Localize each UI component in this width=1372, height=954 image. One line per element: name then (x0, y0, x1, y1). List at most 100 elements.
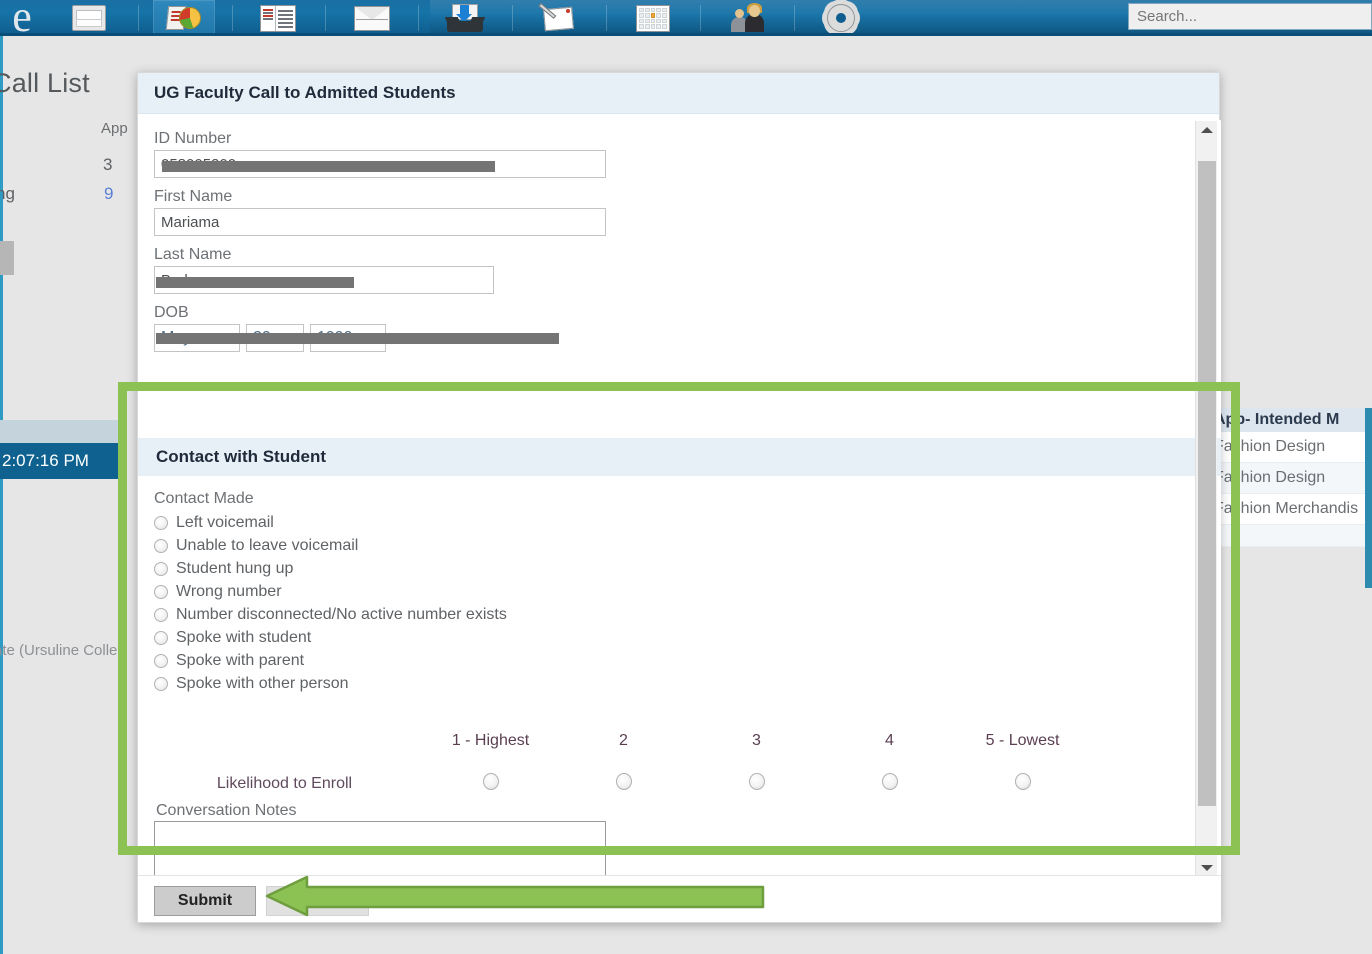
background-gray-chip (0, 241, 14, 275)
application-toolbar: e (0, 0, 1372, 36)
contact-made-label: Contact Made (154, 490, 254, 507)
radio-button-icon[interactable] (881, 773, 898, 790)
dialog-title: UG Faculty Call to Admitted Students (138, 73, 1219, 114)
matrix-cell-likelihood-3[interactable] (690, 772, 823, 796)
radio-option-spoke-with-parent[interactable]: Spoke with parent (154, 649, 1205, 672)
toolbar-button-calendar[interactable] (622, 0, 684, 36)
radio-option-left-voicemail[interactable]: Left voicemail (154, 511, 1205, 534)
radio-label: Unable to leave voicemail (176, 536, 359, 554)
radio-label: Wrong number (176, 582, 282, 600)
toolbar-button-page[interactable] (58, 0, 120, 36)
page-icon (72, 5, 106, 31)
field-label-last-name: Last Name (154, 246, 232, 263)
document-list-icon (260, 4, 296, 32)
background-right-accent-bar (1365, 408, 1372, 588)
matrix-row-label: Likelihood to Enroll (216, 775, 353, 792)
matrix-cell-likelihood-5[interactable] (956, 772, 1089, 796)
redaction-bar (156, 333, 559, 344)
radio-button-icon[interactable] (154, 630, 168, 645)
toolbar-divider (325, 5, 326, 31)
first-name-input[interactable] (154, 208, 606, 236)
radio-button-icon[interactable] (154, 515, 168, 530)
matrix-header-3: 3 (752, 732, 761, 749)
field-last-name: Last Name (138, 246, 1221, 294)
submit-button[interactable]: Submit (154, 886, 256, 916)
browser-logo-icon: e (12, 0, 32, 36)
mail-envelope-icon (354, 5, 390, 31)
toolbar-button-inbox[interactable] (434, 0, 496, 36)
column-header-app: App (101, 120, 128, 137)
page-left-accent-bar (0, 36, 3, 954)
dialog-footer: Submit (138, 875, 1221, 922)
radio-button-icon[interactable] (615, 773, 632, 790)
field-first-name: First Name (138, 188, 1221, 236)
screen-root: Call List App 3 9 ng 2:07:16 PM ate (Urs… (0, 0, 1372, 954)
secondary-button[interactable] (266, 886, 369, 916)
radio-label: Spoke with other person (176, 674, 349, 692)
matrix-cell-likelihood-1[interactable] (424, 772, 557, 796)
radio-button-icon[interactable] (154, 538, 168, 553)
toolbar-button-reports[interactable] (153, 0, 215, 36)
toolbar-divider (418, 5, 419, 31)
report-pie-icon (165, 4, 201, 32)
people-contacts-icon (730, 3, 764, 32)
radio-button-icon[interactable] (482, 773, 499, 790)
scrollbar-thumb[interactable] (1198, 161, 1216, 806)
toolbar-divider (606, 5, 607, 31)
table-cell-count-3: 3 (103, 155, 113, 174)
dialog-scrollbar[interactable] (1195, 121, 1217, 877)
background-footer-text: ate (Ursuline Colleg (0, 642, 126, 659)
toolbar-button-contacts[interactable] (716, 0, 778, 36)
conversation-notes-textarea[interactable] (154, 821, 606, 877)
field-label-first-name: First Name (154, 188, 233, 205)
matrix-header-1: 1 - Highest (451, 732, 530, 749)
radio-option-number-disconnected[interactable]: Number disconnected/No active number exi… (154, 603, 1205, 626)
toolbar-button-notes[interactable] (528, 0, 590, 36)
table-row[interactable]: Fashion Design (1210, 432, 1372, 463)
gear-settings-icon (827, 4, 855, 32)
table-row[interactable]: Fashion Merchandis (1210, 494, 1372, 525)
search-input[interactable] (1128, 3, 1372, 30)
field-label-dob: DOB (154, 304, 189, 321)
toolbar-button-mail[interactable] (341, 0, 403, 36)
toolbar-button-documents[interactable] (247, 0, 309, 36)
table-row-selected[interactable]: 2:07:16 PM (0, 443, 122, 479)
radio-label: Number disconnected/No active number exi… (176, 605, 507, 623)
radio-option-student-hung-up[interactable]: Student hung up (154, 557, 1205, 580)
dialog-body: ID Number First Name Last Name (138, 120, 1221, 877)
table-cell-fragment: ng (0, 184, 15, 203)
toolbar-divider (794, 5, 795, 31)
radio-label: Left voicemail (176, 513, 274, 531)
table-cell-count-9[interactable]: 9 (104, 184, 113, 204)
column-header-intended-major: App- Intended M (1210, 408, 1372, 432)
field-label-id-number: ID Number (154, 130, 232, 147)
radio-option-wrong-number[interactable]: Wrong number (154, 580, 1205, 603)
toolbar-divider (232, 5, 233, 31)
radio-button-icon[interactable] (154, 676, 168, 691)
table-row[interactable]: Fashion Design (1210, 463, 1372, 494)
matrix-header-2: 2 (619, 732, 628, 749)
radio-button-icon[interactable] (154, 607, 168, 622)
table-row[interactable] (1210, 525, 1372, 547)
matrix-cell-likelihood-2[interactable] (557, 772, 690, 796)
radio-option-spoke-with-other-person[interactable]: Spoke with other person (154, 672, 1205, 695)
radio-button-icon[interactable] (154, 653, 168, 668)
radio-button-icon[interactable] (154, 584, 168, 599)
radio-option-spoke-with-student[interactable]: Spoke with student (154, 626, 1205, 649)
toolbar-divider (700, 5, 701, 31)
field-id-number: ID Number (138, 130, 1221, 178)
matrix-header-5: 5 - Lowest (985, 732, 1060, 749)
radio-label: Student hung up (176, 559, 294, 577)
radio-option-unable-to-leave-voicemail[interactable]: Unable to leave voicemail (154, 534, 1205, 557)
toolbar-button-settings[interactable] (810, 0, 872, 36)
radio-button-icon[interactable] (748, 773, 765, 790)
page-title: Call List (0, 68, 90, 98)
scroll-up-arrow-icon[interactable] (1196, 121, 1218, 139)
radio-button-icon[interactable] (154, 561, 168, 576)
conversation-notes-label: Conversation Notes (156, 802, 297, 819)
radio-button-icon[interactable] (1014, 773, 1031, 790)
table-row (0, 420, 122, 443)
field-dob: DOB May ▼ 20 ▼ 1999 ▼ (138, 304, 1221, 352)
matrix-cell-likelihood-4[interactable] (823, 772, 956, 796)
matrix-header-4: 4 (885, 732, 894, 749)
